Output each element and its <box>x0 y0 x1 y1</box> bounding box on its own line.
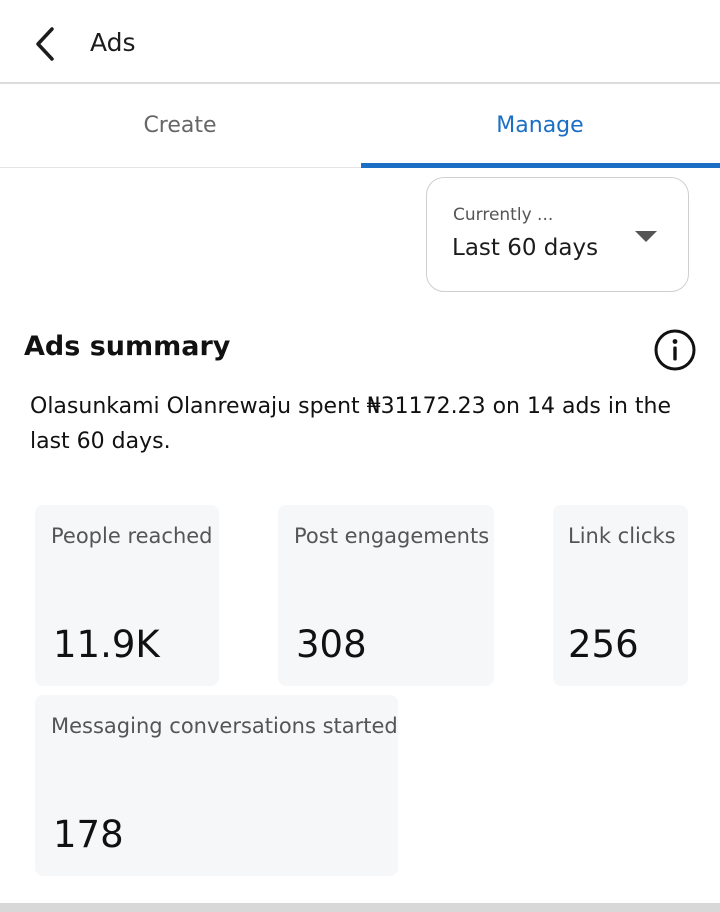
date-range-value: Last 60 days <box>452 235 599 261</box>
back-button[interactable] <box>24 22 68 66</box>
tab-create[interactable]: Create <box>0 84 360 167</box>
info-button[interactable] <box>653 328 697 372</box>
metric-card-messaging-conversations[interactable]: Messaging conversations started 178 <box>35 695 398 876</box>
bottom-divider <box>0 903 720 912</box>
metric-label: People reached <box>51 524 213 548</box>
chevron-left-icon <box>36 27 54 61</box>
summary-text: Olasunkami Olanrewaju spent ₦31172.23 on… <box>30 394 672 454</box>
metric-value: 178 <box>53 813 124 856</box>
metric-label: Messaging conversations started <box>51 714 398 738</box>
metric-label: Link clicks <box>568 524 676 548</box>
app-header: Ads <box>0 0 720 84</box>
metric-card-post-engagements[interactable]: Post engagements 308 <box>278 505 494 686</box>
caret-down-icon <box>635 231 657 242</box>
metric-value: 256 <box>568 623 639 666</box>
page-title: Ads <box>90 28 136 57</box>
active-tab-indicator <box>361 163 720 168</box>
info-icon <box>654 329 696 371</box>
metric-card-link-clicks[interactable]: Link clicks 256 <box>553 505 688 686</box>
date-range-caption: Currently ... <box>453 205 554 225</box>
date-range-dropdown[interactable]: Currently ... Last 60 days <box>426 177 689 292</box>
summary-title: Ads summary <box>24 331 231 362</box>
metric-value: 11.9K <box>53 623 160 666</box>
metric-label: Post engagements <box>294 524 490 548</box>
tab-bar: Create Manage <box>0 84 720 168</box>
tab-manage[interactable]: Manage <box>360 84 720 167</box>
metric-card-people-reached[interactable]: People reached 11.9K <box>35 505 219 686</box>
metric-value: 308 <box>296 623 367 666</box>
